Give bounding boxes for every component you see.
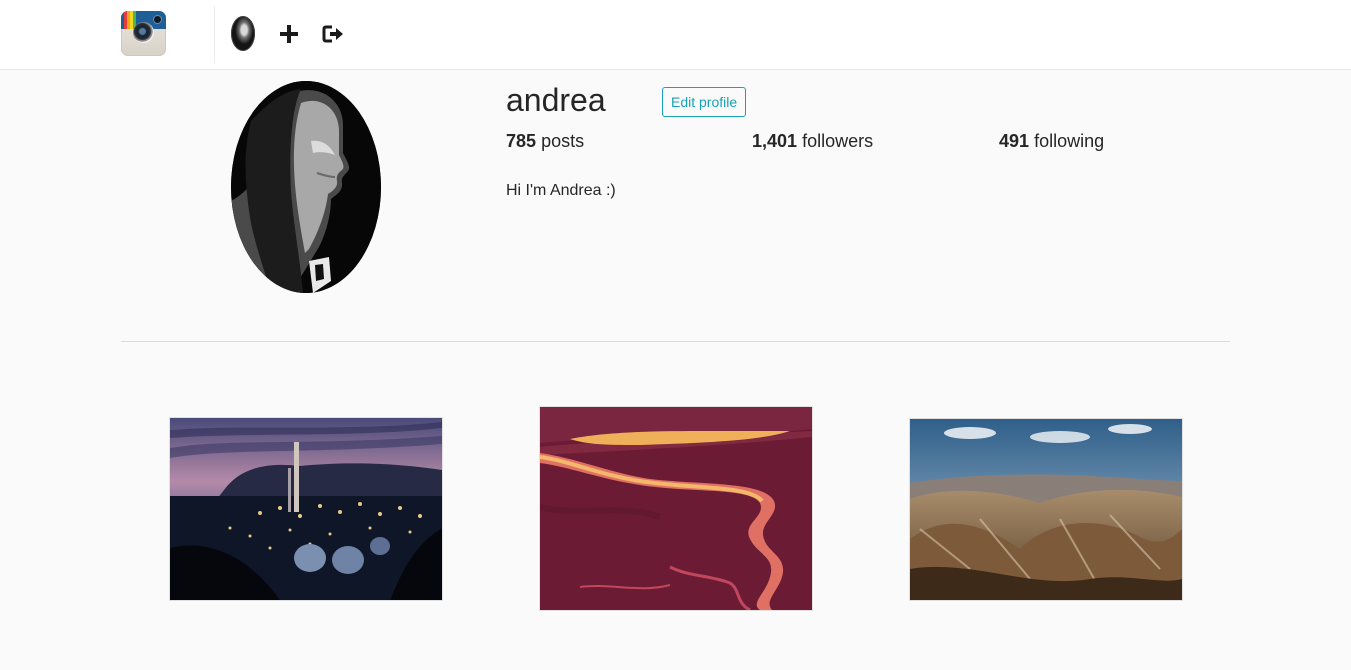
user-avatar-icon[interactable]	[231, 16, 255, 51]
profile-bio: Hi I'm Andrea :)	[506, 182, 616, 199]
nav-divider	[214, 6, 215, 63]
posts-stat: 785 posts	[506, 130, 584, 152]
posts-label: posts	[541, 131, 585, 151]
following-count: 491	[999, 131, 1030, 151]
post-thumbnail-3[interactable]	[909, 418, 1183, 601]
followers-label: followers	[802, 131, 874, 151]
username: andrea	[506, 82, 606, 118]
sign-out-icon[interactable]	[322, 22, 346, 46]
post-thumbnail-2[interactable]	[539, 406, 813, 611]
section-divider	[121, 341, 1230, 342]
followers-stat[interactable]: 1,401 followers	[752, 130, 873, 152]
camera-logo-icon[interactable]	[121, 11, 166, 56]
edit-profile-button[interactable]: Edit profile	[662, 87, 747, 117]
following-label: following	[1034, 131, 1105, 151]
followers-count: 1,401	[752, 131, 798, 151]
top-navbar	[0, 0, 1351, 70]
post-thumbnail-1[interactable]	[169, 417, 443, 601]
plus-icon[interactable]	[277, 22, 301, 46]
profile-picture	[231, 81, 381, 293]
following-stat[interactable]: 491 following	[999, 130, 1104, 152]
posts-count: 785	[506, 131, 537, 151]
